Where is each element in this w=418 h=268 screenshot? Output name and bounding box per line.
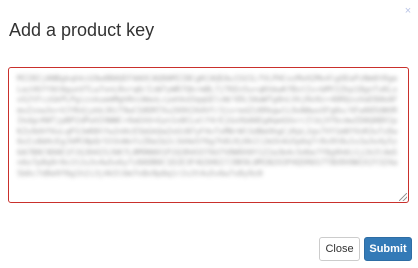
dialog-title: Add a product key (9, 20, 155, 40)
close-icon[interactable]: × (403, 6, 413, 17)
close-button[interactable]: Close (319, 237, 360, 261)
submit-button[interactable]: Submit (364, 237, 412, 261)
product-key-value: MIIBIjANBgkqhkiG9w0BAQEFAAOCAQ8AMIIBCgKC… (17, 74, 398, 178)
product-key-textarea[interactable]: MIIBIjANBgkqhkiG9w0BAQEFAAOCAQ8AMIIBCgKC… (8, 67, 409, 203)
resize-handle-icon[interactable] (399, 193, 407, 201)
add-product-key-dialog: Add a product key × MIIBIjANBgkqhkiG9w0B… (0, 0, 418, 268)
